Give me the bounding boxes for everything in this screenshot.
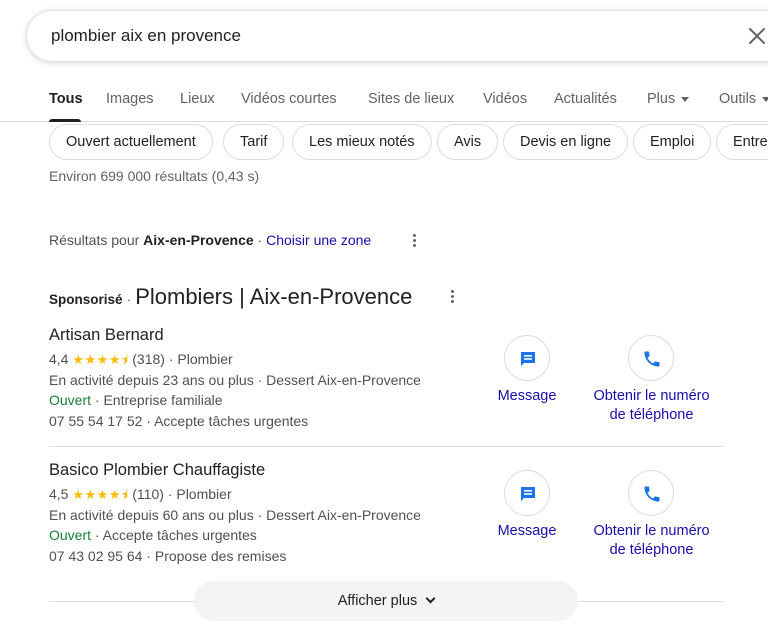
chip-ouvert-actuellement[interactable]: Ouvert actuellement	[49, 124, 213, 160]
message-button[interactable]	[504, 470, 550, 516]
phone-icon	[644, 351, 660, 367]
status-extra: · Entreprise familiale	[91, 392, 223, 408]
more-options-icon[interactable]	[413, 234, 417, 248]
chip-entre[interactable]: Entre	[716, 124, 768, 160]
chip-emploi[interactable]: Emploi	[633, 124, 712, 160]
chevron-down-icon	[425, 593, 436, 604]
tab-videos[interactable]: Vidéos	[483, 91, 527, 107]
call-button[interactable]	[628, 470, 674, 516]
chevron-down-icon	[762, 96, 768, 102]
message-label[interactable]: Message	[489, 522, 565, 541]
search-tabs: Tous Images Lieux Vidéos courtes Sites d…	[0, 88, 768, 122]
message-button[interactable]	[504, 335, 550, 381]
open-status: Ouvert	[49, 392, 92, 408]
chip-tarif[interactable]: Tarif	[223, 124, 285, 160]
message-icon	[521, 352, 535, 366]
listing-divider	[49, 446, 724, 447]
location-prefix: Résultats pour	[49, 232, 140, 248]
tab-plus-label: Plus	[647, 91, 676, 107]
years-line: En activité depuis 60 ans ou plus · Dess…	[49, 507, 421, 523]
rating-stars-icon: ★★★★⯨	[72, 352, 129, 367]
business-category: · Plombier	[164, 351, 233, 367]
phone-line: 07 43 02 95 64 · Propose des remises	[49, 548, 287, 564]
search-input[interactable]: plombier aix en provence	[51, 26, 241, 46]
status-line: Ouvert · Entreprise familiale	[49, 392, 223, 408]
open-status: Ouvert	[49, 527, 92, 543]
status-line: Ouvert · Accepte tâches urgentes	[49, 527, 257, 543]
business-listing[interactable]: Artisan Bernard 4,4 ★★★★⯨ (318) · Plombi…	[49, 326, 724, 446]
chip-mieux-notes[interactable]: Les mieux notés	[292, 124, 432, 160]
tab-images[interactable]: Images	[106, 91, 154, 107]
phone-icon	[644, 486, 660, 502]
business-category: · Plombier	[163, 486, 232, 502]
call-label-line-1: Obtenir le numéro	[593, 388, 710, 404]
tab-outils[interactable]: Outils	[719, 91, 768, 107]
search-box[interactable]: plombier aix en provence	[26, 10, 768, 62]
business-listing[interactable]: Basico Plombier Chauffagiste 4,5 ★★★★⯨ (…	[49, 461, 724, 581]
close-icon[interactable]	[745, 24, 768, 48]
call-button[interactable]	[628, 335, 674, 381]
tab-tous[interactable]: Tous	[49, 91, 83, 107]
tab-outils-label: Outils	[719, 91, 757, 107]
call-label-line-1: Obtenir le numéro	[593, 523, 710, 539]
business-name[interactable]: Basico Plombier Chauffagiste	[49, 461, 265, 480]
tab-actualites[interactable]: Actualités	[554, 91, 617, 107]
business-name[interactable]: Artisan Bernard	[49, 326, 164, 345]
tab-lieux[interactable]: Lieux	[180, 91, 215, 107]
rating-line: 4,5 ★★★★⯨ (110) · Plombier	[49, 486, 232, 508]
rating-stars-icon: ★★★★⯨	[72, 487, 129, 502]
filter-chips: Ouvert actuellement Tarif Les mieux noté…	[0, 124, 768, 162]
result-stats: Environ 699 000 résultats (0,43 s)	[49, 168, 260, 184]
sponsored-sep: ·	[126, 291, 132, 307]
tab-plus[interactable]: Plus	[647, 91, 690, 107]
call-label[interactable]: Obtenir le numéro de téléphone	[579, 522, 724, 560]
active-tab-indicator	[49, 119, 81, 122]
review-count: (318)	[132, 351, 165, 367]
sponsored-title: Plombiers | Aix-en-Provence	[135, 284, 413, 309]
years-line: En activité depuis 23 ans ou plus · Dess…	[49, 372, 421, 388]
rating-value: 4,4	[49, 351, 69, 367]
call-label-line-2: de téléphone	[609, 542, 694, 558]
message-label[interactable]: Message	[489, 387, 565, 406]
sponsored-header: Sponsorisé · Plombiers | Aix-en-Provence	[49, 284, 412, 310]
chip-devis-en-ligne[interactable]: Devis en ligne	[503, 124, 629, 160]
location-place: Aix-en-Provence	[143, 232, 254, 248]
sponsored-label: Sponsorisé	[49, 292, 123, 307]
show-more-label: Afficher plus	[337, 593, 418, 609]
rating-value: 4,5	[49, 486, 69, 502]
show-more-button[interactable]: Afficher plus	[194, 581, 578, 621]
message-icon	[521, 487, 535, 501]
chevron-down-icon	[681, 96, 690, 102]
tab-sites-de-lieux[interactable]: Sites de lieux	[368, 91, 454, 107]
more-options-icon[interactable]	[451, 290, 455, 304]
status-extra: · Accepte tâches urgentes	[91, 527, 257, 543]
call-label[interactable]: Obtenir le numéro de téléphone	[579, 387, 724, 425]
location-sep: ·	[253, 232, 267, 248]
call-label-line-2: de téléphone	[609, 407, 694, 423]
choose-zone-link[interactable]: Choisir une zone	[266, 232, 371, 248]
rating-line: 4,4 ★★★★⯨ (318) · Plombier	[49, 351, 233, 373]
tab-videos-courtes[interactable]: Vidéos courtes	[241, 91, 337, 107]
review-count: (110)	[132, 486, 164, 502]
more-divider-right	[578, 601, 724, 602]
more-divider-left	[49, 601, 194, 602]
location-line: Résultats pour Aix-en-Provence · Choisir…	[49, 232, 371, 248]
chip-avis[interactable]: Avis	[437, 124, 499, 160]
phone-line: 07 55 54 17 52 · Accepte tâches urgentes	[49, 413, 309, 429]
